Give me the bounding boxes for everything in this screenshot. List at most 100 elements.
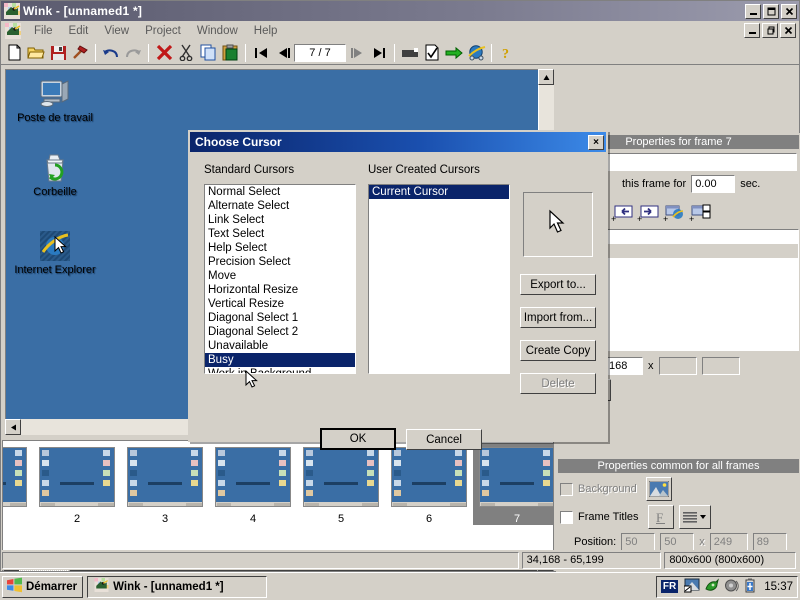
mdi-close-icon[interactable]: [780, 23, 796, 38]
filmstrip-frame[interactable]: 2: [33, 443, 121, 525]
close-icon[interactable]: [781, 3, 797, 19]
position-width-input[interactable]: 249: [709, 533, 748, 551]
font-F-icon[interactable]: F: [647, 505, 674, 529]
add-window-icon[interactable]: +: [688, 203, 712, 225]
desktop-icon-corbeille[interactable]: Corbeille: [10, 152, 100, 198]
taskbar-item-wink[interactable]: Wink - [unnamed1 *]: [87, 575, 268, 598]
position-y-input[interactable]: 50: [660, 533, 695, 551]
open-folder-icon[interactable]: [25, 42, 47, 63]
menu-item-edit[interactable]: Edit: [61, 23, 97, 39]
maximize-icon[interactable]: [763, 3, 779, 19]
frame-title-input[interactable]: [585, 153, 797, 171]
add-left-arrow-icon[interactable]: +: [610, 203, 634, 225]
build-hammer-icon[interactable]: [69, 42, 91, 63]
paste-icon[interactable]: [219, 42, 241, 63]
browser-preview-icon[interactable]: [465, 42, 487, 63]
standard-cursor-item[interactable]: Precision Select: [205, 255, 355, 269]
duration-input[interactable]: 0.00: [691, 175, 736, 193]
export-to-button[interactable]: Export to...: [520, 274, 596, 295]
standard-cursor-item[interactable]: Alternate Select: [205, 199, 355, 213]
frame-thumbnail[interactable]: [391, 447, 467, 507]
import-from-button[interactable]: Import from...: [520, 307, 596, 328]
standard-cursor-item[interactable]: Diagonal Select 1: [205, 311, 355, 325]
menu-item-file[interactable]: File: [26, 23, 61, 39]
position-x-input[interactable]: 50: [621, 533, 656, 551]
add-browser-icon[interactable]: +: [662, 203, 686, 225]
prev-frame-icon[interactable]: [272, 42, 294, 63]
desktop-icon-poste-de-travail[interactable]: Poste de travail: [10, 78, 100, 124]
frame-thumbnail[interactable]: [127, 447, 203, 507]
first-frame-icon[interactable]: [250, 42, 272, 63]
standard-cursor-item[interactable]: Diagonal Select 2: [205, 325, 355, 339]
filmstrip-frame[interactable]: 7: [473, 443, 553, 525]
display-settings-icon[interactable]: [683, 578, 700, 596]
align-dropdown-icon[interactable]: [678, 505, 711, 529]
frame-counter[interactable]: 7 / 7: [294, 43, 346, 62]
coord-y-input[interactable]: 168: [605, 357, 643, 375]
cut-scissors-icon[interactable]: [175, 42, 197, 63]
language-indicator[interactable]: FR: [660, 580, 679, 593]
standard-cursor-item[interactable]: Help Select: [205, 241, 355, 255]
filmstrip-frame[interactable]: 5: [297, 443, 385, 525]
user-cursors-listbox[interactable]: Current Cursor: [368, 184, 510, 374]
user-cursor-item[interactable]: Current Cursor: [369, 185, 509, 199]
menu-item-project[interactable]: Project: [137, 23, 189, 39]
standard-cursor-item[interactable]: Move: [205, 269, 355, 283]
standard-cursor-item[interactable]: Link Select: [205, 213, 355, 227]
cancel-button[interactable]: Cancel: [406, 429, 482, 450]
help-question-icon[interactable]: ?: [496, 42, 518, 63]
mdi-child-icon[interactable]: [5, 22, 21, 39]
frame-thumbnail[interactable]: [39, 447, 115, 507]
render-icon[interactable]: [399, 42, 421, 63]
filmstrip-frame[interactable]: 1: [3, 443, 33, 525]
clock[interactable]: 15:37: [764, 581, 793, 593]
filmstrip-frame[interactable]: 4: [209, 443, 297, 525]
standard-cursors-listbox[interactable]: Normal Select Alternate Select Link Select…: [204, 184, 356, 374]
copy-icon[interactable]: [197, 42, 219, 63]
frame-titles-checkbox[interactable]: [560, 510, 573, 524]
position-height-input[interactable]: 89: [752, 533, 787, 551]
antivirus-icon[interactable]: [704, 577, 720, 596]
export-arrow-icon[interactable]: [443, 42, 465, 63]
frame-thumbnail[interactable]: [479, 447, 553, 507]
last-frame-icon[interactable]: [368, 42, 390, 63]
create-copy-button[interactable]: Create Copy: [520, 340, 596, 361]
next-frame-icon[interactable]: [346, 42, 368, 63]
menu-item-help[interactable]: Help: [246, 23, 286, 39]
standard-cursor-item[interactable]: Horizontal Resize: [205, 283, 355, 297]
filmstrip-frame[interactable]: 6: [385, 443, 473, 525]
scroll-up-icon[interactable]: [538, 69, 554, 85]
standard-cursor-item[interactable]: Text Select: [205, 227, 355, 241]
add-right-arrow-icon[interactable]: +: [636, 203, 660, 225]
standard-cursor-item[interactable]: Normal Select: [205, 185, 355, 199]
desktop-icon-internet-explorer[interactable]: Internet Explorer: [10, 230, 100, 276]
ok-button[interactable]: OK: [320, 428, 396, 450]
delete-x-icon[interactable]: [153, 42, 175, 63]
frame-thumbnail[interactable]: [3, 447, 27, 507]
coord-width-input[interactable]: [658, 357, 697, 375]
frame-thumbnail[interactable]: [215, 447, 291, 507]
properties-icon[interactable]: [421, 42, 443, 63]
start-button[interactable]: Démarrer: [2, 575, 84, 598]
standard-cursor-item[interactable]: Unavailable: [205, 339, 355, 353]
dialog-close-icon[interactable]: ×: [588, 134, 604, 150]
save-disk-icon[interactable]: [47, 42, 69, 63]
standard-cursor-item[interactable]: Work in Background: [205, 367, 355, 373]
redo-icon[interactable]: [122, 42, 144, 63]
standard-cursor-item[interactable]: Busy: [205, 353, 355, 367]
mdi-minimize-icon[interactable]: [744, 23, 760, 38]
delete-button[interactable]: Delete: [520, 373, 596, 394]
frame-thumbnail[interactable]: [303, 447, 379, 507]
mdi-restore-icon[interactable]: [762, 23, 778, 38]
background-checkbox[interactable]: [560, 482, 573, 496]
volume-icon[interactable]: [724, 578, 740, 596]
coord-height-input[interactable]: [701, 357, 740, 375]
standard-cursor-item[interactable]: Vertical Resize: [205, 297, 355, 311]
filmstrip-frame[interactable]: 3: [121, 443, 209, 525]
battery-icon[interactable]: [744, 578, 756, 596]
menu-item-view[interactable]: View: [96, 23, 137, 39]
new-file-icon[interactable]: [3, 42, 25, 63]
menu-item-window[interactable]: Window: [189, 23, 246, 39]
undo-icon[interactable]: [100, 42, 122, 63]
scroll-left-icon[interactable]: [5, 419, 21, 435]
